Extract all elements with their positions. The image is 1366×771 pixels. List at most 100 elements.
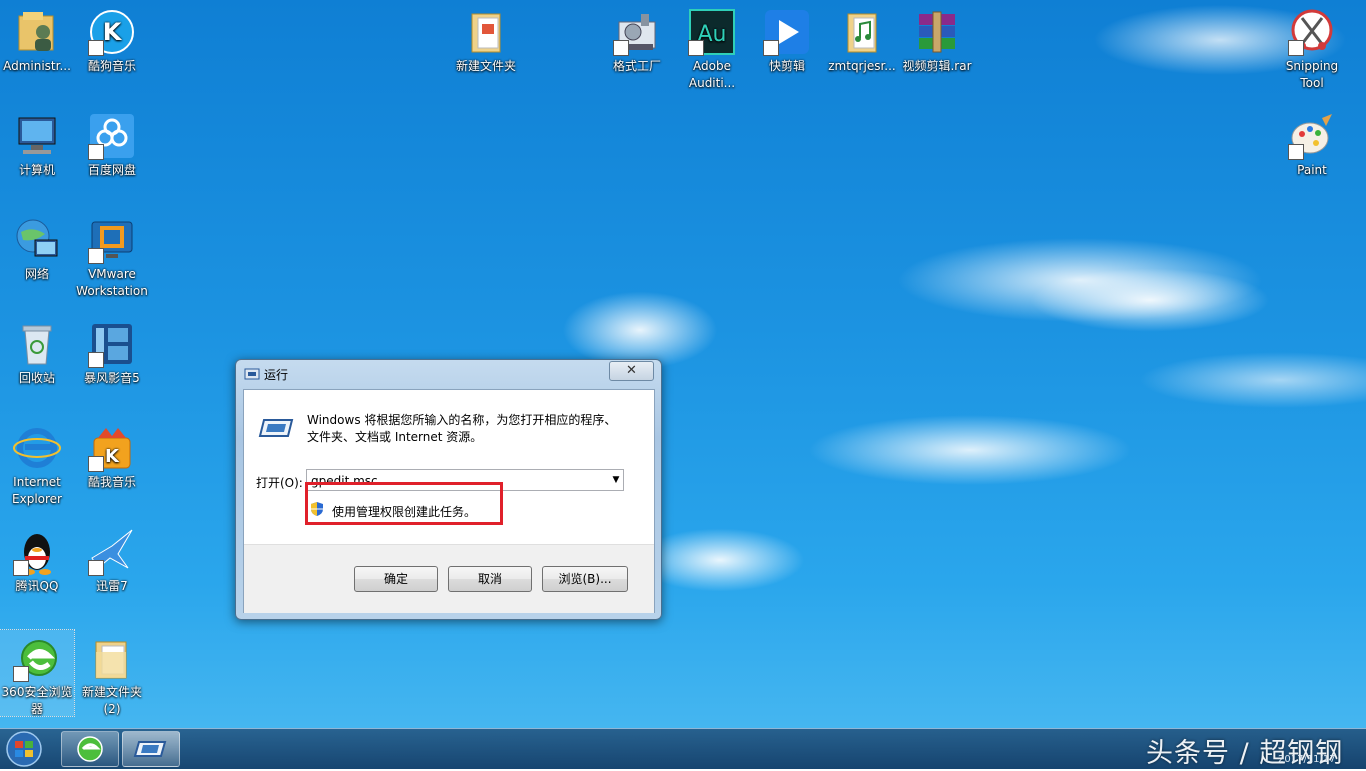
desktop-icon-label: 新建文件夹 (2) — [81, 685, 142, 716]
desktop-icon-kuaijianji[interactable]: 快剪辑 — [750, 4, 824, 75]
desktop-icon-paint[interactable]: Paint — [1275, 108, 1349, 179]
desktop-icon-label: 暴风影音5 — [84, 371, 140, 385]
desktop-icon-zmtqrjesr[interactable]: zmtqrjesr... — [825, 4, 899, 75]
winrar-archive-icon — [913, 8, 961, 56]
desktop-icon-label: Adobe Auditi... — [688, 59, 736, 90]
shortcut-arrow-icon — [613, 40, 629, 56]
desktop-icon-360-browser[interactable]: 360安全浏览器 — [0, 629, 75, 717]
vmware-icon — [88, 216, 136, 264]
desktop-icon-label: VMware Workstation — [76, 267, 148, 298]
folder-icon — [462, 8, 510, 56]
desktop-icon-label: 迅雷7 — [96, 579, 128, 593]
taskbar-360-browser[interactable] — [61, 731, 119, 767]
shortcut-arrow-icon — [88, 40, 104, 56]
desktop-icon-label: 酷我音乐 — [87, 475, 136, 489]
baofeng-film-icon — [88, 320, 136, 368]
desktop-icon-computer[interactable]: 计算机 — [0, 108, 74, 179]
internet-explorer-icon — [13, 424, 61, 472]
shortcut-arrow-icon — [1288, 144, 1304, 160]
desktop-icon-label: Internet Explorer — [12, 475, 62, 506]
desktop-icon-format-factory[interactable]: 格式工厂 — [600, 4, 674, 75]
desktop-icon-label: 新建文件夹 — [455, 59, 516, 73]
svg-text:K: K — [103, 18, 123, 46]
desktop-icon-adobe-audition[interactable]: Au Adobe Auditi... — [675, 4, 749, 92]
desktop-icon-label: Administr... — [3, 59, 71, 73]
computer-icon — [13, 112, 61, 160]
desktop-icon-snipping-tool[interactable]: Snipping Tool — [1275, 4, 1349, 92]
shortcut-arrow-icon — [88, 144, 104, 160]
desktop-icon-baidu-netdisk[interactable]: 百度网盘 — [75, 108, 149, 179]
network-icon — [13, 216, 61, 264]
kuwo-icon: K — [88, 424, 136, 472]
desktop[interactable]: Administr... 计算机 网络 回收站 Internet Explore… — [0, 0, 1366, 728]
desktop-icon-label: 快剪辑 — [768, 59, 805, 73]
shortcut-arrow-icon — [688, 40, 704, 56]
desktop-icon-label: 酷狗音乐 — [87, 59, 136, 73]
qq-penguin-icon — [13, 528, 61, 576]
desktop-icon-label: zmtqrjesr... — [828, 59, 896, 73]
kugou-icon: K — [88, 8, 136, 56]
shortcut-arrow-icon — [88, 248, 104, 264]
dialog-body: Windows 将根据您所输入的名称，为您打开相应的程序、文件夹、文档或 Int… — [243, 389, 655, 613]
taskbar: 头条号 / 超钢钢 2017/11/17 — [0, 728, 1366, 769]
svg-text:K: K — [105, 446, 120, 467]
cancel-button[interactable]: 取消 — [448, 566, 532, 592]
desktop-icon-vmware[interactable]: VMware Workstation — [75, 212, 149, 300]
desktop-icon-xunlei[interactable]: 迅雷7 — [75, 524, 149, 595]
snipping-tool-icon — [1288, 8, 1336, 56]
user-folder-icon — [13, 8, 61, 56]
baidu-netdisk-icon — [88, 112, 136, 160]
shortcut-arrow-icon — [13, 560, 29, 576]
desktop-icon-label: 百度网盘 — [87, 163, 136, 177]
shortcut-arrow-icon — [13, 666, 29, 682]
desktop-icon-new-folder-2[interactable]: 新建文件夹 (2) — [75, 630, 149, 718]
desktop-icon-baofeng[interactable]: 暴风影音5 — [75, 316, 149, 387]
start-button[interactable] — [3, 730, 45, 768]
dropdown-arrow-icon[interactable]: ▼ — [608, 470, 624, 490]
run-program-icon — [258, 416, 294, 443]
ok-button[interactable]: 确定 — [354, 566, 438, 592]
admin-note: 使用管理权限创建此任务。 — [332, 505, 477, 519]
shortcut-arrow-icon — [1288, 40, 1304, 56]
desktop-icon-label: 360安全浏览器 — [1, 685, 73, 716]
desktop-icon-rar-archive[interactable]: 视频剪辑.rar — [900, 4, 974, 75]
360-browser-icon — [77, 736, 103, 762]
uac-shield-icon — [309, 501, 325, 520]
shortcut-arrow-icon — [763, 40, 779, 56]
desktop-icon-label: 计算机 — [18, 163, 55, 177]
format-factory-icon — [613, 8, 661, 56]
desktop-icon-new-folder[interactable]: 新建文件夹 — [449, 4, 523, 75]
recycle-bin-icon — [13, 320, 61, 368]
desktop-icon-label: Paint — [1297, 163, 1327, 177]
shortcut-arrow-icon — [88, 456, 104, 472]
run-program-icon — [133, 741, 167, 757]
desktop-icon-label: 网络 — [24, 267, 49, 281]
run-dialog[interactable]: 运行 ✕ Windows 将根据您所输入的名称，为您打开相应的程序、文件夹、文档… — [235, 359, 662, 620]
desktop-icon-administrator[interactable]: Administr... — [0, 4, 74, 75]
desktop-icon-label: 视频剪辑.rar — [902, 59, 972, 73]
dialog-description: Windows 将根据您所输入的名称，为您打开相应的程序、文件夹、文档或 Int… — [307, 413, 617, 444]
run-title-icon — [244, 367, 260, 384]
desktop-icon-internet-explorer[interactable]: Internet Explorer — [0, 420, 74, 508]
desktop-icon-network[interactable]: 网络 — [0, 212, 74, 283]
folder-icon — [88, 634, 136, 682]
desktop-icon-qq[interactable]: 腾讯QQ — [0, 524, 74, 595]
close-icon: ✕ — [626, 363, 637, 378]
desktop-icon-label: 腾讯QQ — [15, 579, 59, 593]
desktop-icon-recycle-bin[interactable]: 回收站 — [0, 316, 74, 387]
360-browser-icon — [13, 634, 61, 682]
kuaijianji-play-icon — [763, 8, 811, 56]
shortcut-arrow-icon — [88, 560, 104, 576]
dialog-button-bar: 确定 取消 浏览(B)... — [244, 544, 654, 613]
music-folder-icon — [838, 8, 886, 56]
xunlei-bird-icon — [88, 528, 136, 576]
taskbar-run-dialog[interactable] — [122, 731, 180, 767]
open-label: 打开(O): — [256, 476, 303, 490]
paint-palette-icon — [1288, 112, 1336, 160]
tray-date: 2017/11/17 — [1278, 754, 1336, 765]
close-button[interactable]: ✕ — [609, 361, 654, 381]
desktop-icon-kuwo-music[interactable]: K 酷我音乐 — [75, 420, 149, 491]
browse-button[interactable]: 浏览(B)... — [542, 566, 628, 592]
desktop-icon-kugou-music[interactable]: K 酷狗音乐 — [75, 4, 149, 75]
desktop-icon-label: 格式工厂 — [612, 59, 661, 73]
